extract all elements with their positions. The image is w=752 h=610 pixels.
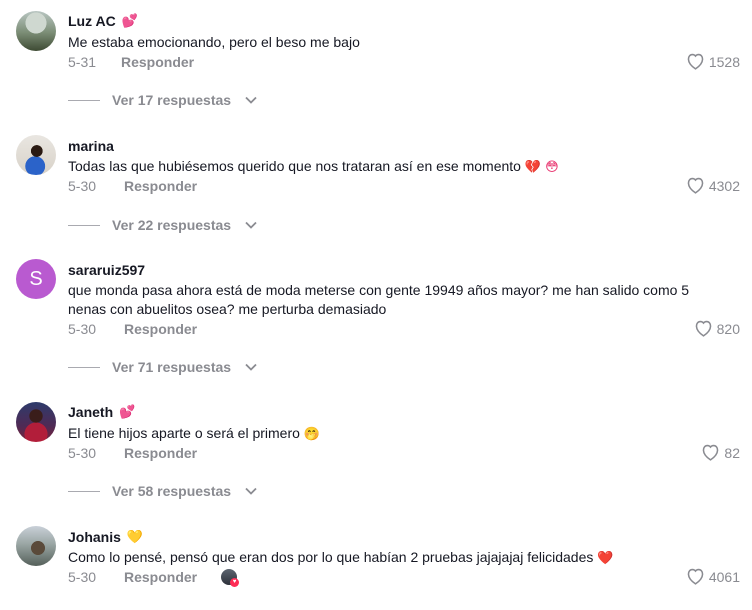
reply-button[interactable]: Responder — [121, 54, 194, 70]
like-count: 820 — [716, 320, 740, 337]
like-button[interactable]: 820 — [694, 320, 740, 337]
like-button[interactable]: 82 — [701, 444, 740, 461]
comment-date: 5-30 — [68, 178, 97, 194]
comment-text: Todas las que hubiésemos querido que nos… — [68, 158, 559, 175]
divider-line — [68, 366, 100, 368]
badge-emoji: 💕 — [121, 13, 138, 29]
like-button[interactable]: 4302 — [686, 177, 740, 194]
chevron-down-icon — [245, 363, 257, 371]
divider-line — [68, 224, 100, 226]
reply-button[interactable]: Responder — [124, 321, 197, 337]
chevron-down-icon — [245, 221, 257, 229]
reply-button[interactable]: Responder — [124, 569, 197, 585]
comment-username[interactable]: Johanis 💛 — [68, 529, 143, 545]
avatar[interactable] — [16, 526, 56, 566]
text-emoji: 💔 😳 — [524, 160, 559, 175]
comment-text: que monda pasa ahora está de moda meters… — [68, 282, 690, 317]
heart-outline-icon — [687, 177, 704, 194]
view-replies-label: Ver 22 respuestas — [112, 217, 232, 233]
view-replies-label: Ver 71 respuestas — [112, 359, 232, 375]
like-count: 82 — [724, 444, 740, 461]
avatar[interactable] — [16, 402, 56, 442]
view-replies-button[interactable]: Ver 17 respuestas — [68, 92, 257, 108]
chevron-down-icon — [245, 96, 257, 104]
view-replies-button[interactable]: Ver 58 respuestas — [68, 483, 257, 499]
avatar[interactable]: S — [16, 259, 56, 299]
reply-button[interactable]: Responder — [124, 178, 197, 194]
like-button[interactable]: 1528 — [686, 53, 740, 70]
comment-date: 5-30 — [68, 445, 97, 461]
text-emoji: ❤️ — [597, 551, 614, 566]
view-replies-button[interactable]: Ver 22 respuestas — [68, 217, 257, 233]
like-count: 4302 — [708, 177, 740, 194]
comment-date: 5-30 — [68, 569, 97, 585]
comment-date: 5-30 — [68, 321, 97, 337]
view-replies-label: Ver 17 respuestas — [112, 92, 232, 108]
avatar-letter: S — [29, 267, 43, 290]
comment-text: Me estaba emocionando, pero el beso me b… — [68, 34, 360, 50]
divider-line — [68, 490, 100, 492]
heart-outline-icon — [703, 444, 719, 461]
comment-username[interactable]: Luz AC 💕 — [68, 13, 138, 29]
reply-button[interactable]: Responder — [124, 445, 197, 461]
view-replies-label: Ver 58 respuestas — [112, 483, 232, 499]
creator-heart-icon: ♥ — [230, 578, 239, 587]
comment-text: El tiene hijos aparte o será el primero … — [68, 425, 320, 442]
heart-outline-icon — [695, 320, 711, 337]
text-emoji: 🤭 — [303, 427, 320, 442]
divider-line — [68, 99, 100, 101]
avatar[interactable] — [16, 11, 56, 51]
like-count: 4061 — [708, 568, 740, 585]
avatar[interactable] — [16, 135, 56, 175]
comment-text: Como lo pensé, pensó que eran dos por lo… — [68, 549, 614, 566]
view-replies-button[interactable]: Ver 71 respuestas — [68, 359, 257, 375]
chevron-down-icon — [245, 487, 257, 495]
like-button[interactable]: 4061 — [686, 568, 740, 585]
like-count: 1528 — [708, 53, 740, 70]
comment-username[interactable]: marina — [68, 138, 114, 154]
comment-username[interactable]: Janeth 💕 — [68, 404, 135, 420]
comment-username[interactable]: sararuiz597 — [68, 262, 145, 278]
heart-outline-icon — [687, 53, 704, 70]
comment-date: 5-31 — [68, 54, 97, 70]
badge-emoji: 💕 — [119, 404, 136, 420]
heart-outline-icon — [687, 568, 704, 585]
badge-emoji: 💛 — [126, 529, 144, 545]
